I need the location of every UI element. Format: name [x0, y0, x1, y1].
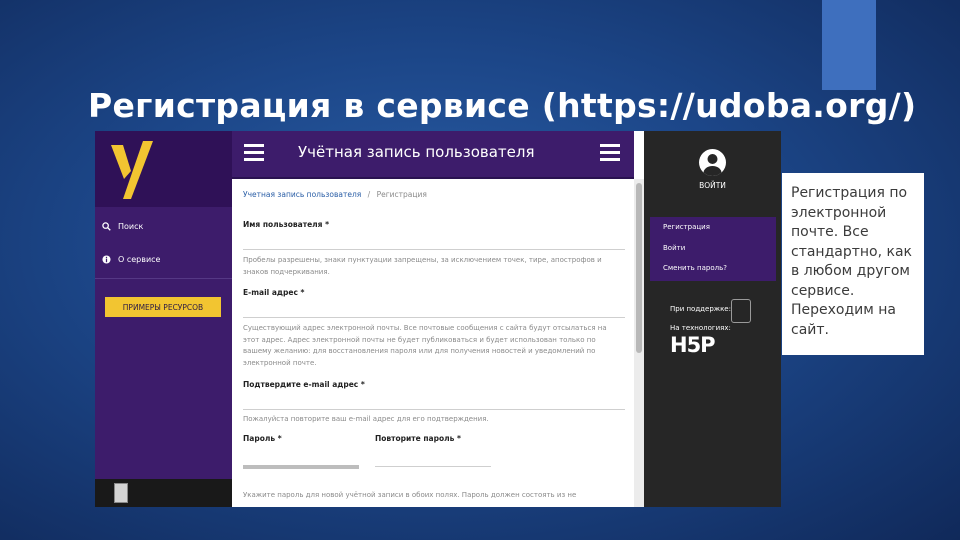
h5p-logo[interactable]: H5P: [670, 333, 716, 357]
menu-item-register[interactable]: Регистрация: [663, 223, 710, 231]
left-sidebar: Поиск О сервисе ПРИМЕРЫ РЕСУРСОВ: [95, 131, 232, 507]
menu-item-change-password[interactable]: Сменить пароль?: [663, 264, 727, 272]
sidebar-item-label: Поиск: [118, 221, 144, 231]
user-avatar-icon[interactable]: [699, 149, 726, 176]
confirm-email-field[interactable]: [243, 409, 625, 410]
accent-bar: [822, 0, 876, 90]
left-menu-icon[interactable]: [244, 144, 264, 162]
sidebar-divider: [95, 278, 232, 279]
password-field[interactable]: [243, 465, 359, 469]
password-help: Укажите пароль для новой учётной записи …: [243, 491, 577, 499]
website-screenshot: Поиск О сервисе ПРИМЕРЫ РЕСУРСОВ Учётная…: [95, 131, 781, 507]
sidebar-item-label: О сервисе: [118, 254, 161, 264]
email-field[interactable]: [243, 317, 625, 318]
page-title: Учётная запись пользователя: [298, 143, 535, 161]
menu-item-login[interactable]: Войти: [663, 244, 685, 252]
username-help: Пробелы разрешены, знаки пунктуации запр…: [243, 256, 602, 276]
registration-form: Учетная запись пользователя / Регистраци…: [232, 179, 634, 507]
confirm-email-help: Пожалуйста повторите ваш e-mail адрес дл…: [243, 415, 489, 423]
logo-area: [95, 131, 232, 207]
confirm-email-label: Подтвердите e-mail адрес *: [243, 380, 365, 389]
callout-box: Регистрация по электронной почте. Все ст…: [782, 173, 924, 355]
resource-examples-button[interactable]: ПРИМЕРЫ РЕСУРСОВ: [105, 297, 221, 317]
breadcrumb: Учетная запись пользователя / Регистраци…: [243, 190, 427, 199]
email-label: E-mail адрес *: [243, 288, 305, 297]
scroll-thumb[interactable]: [636, 183, 642, 353]
udoba-logo-icon[interactable]: [109, 139, 159, 201]
slide-title: Регистрация в сервисе (https://udoba.org…: [88, 86, 917, 125]
breadcrumb-current: Регистрация: [376, 190, 427, 199]
password-label: Пароль *: [243, 434, 282, 443]
sidebar-item-search[interactable]: Поиск: [101, 221, 143, 231]
info-icon: [101, 254, 111, 264]
right-sidebar: ВОЙТИ Регистрация Войти Сменить пароль? …: [644, 131, 781, 507]
repeat-password-field[interactable]: [375, 466, 491, 467]
breadcrumb-separator: /: [367, 190, 371, 199]
tech-label: На технологиях:: [670, 324, 731, 332]
sponsor-crest-icon: [731, 299, 751, 323]
auth-menu: Регистрация Войти Сменить пароль?: [650, 217, 776, 281]
support-label: При поддержке:: [670, 305, 731, 313]
email-help: Существующий адрес электронной почты. Вс…: [243, 324, 607, 367]
repeat-password-label: Повторите пароль *: [375, 434, 461, 443]
username-field[interactable]: [243, 249, 625, 250]
username-label: Имя пользователя *: [243, 220, 329, 229]
login-link[interactable]: ВОЙТИ: [644, 181, 781, 190]
right-menu-icon[interactable]: [600, 144, 620, 162]
search-icon: [101, 221, 111, 231]
form-scrollbar[interactable]: [634, 179, 644, 507]
sidebar-item-about[interactable]: О сервисе: [101, 254, 160, 264]
breadcrumb-account-link[interactable]: Учетная запись пользователя: [243, 190, 361, 199]
page-header: Учётная запись пользователя: [232, 131, 634, 179]
document-icon[interactable]: [114, 483, 128, 503]
